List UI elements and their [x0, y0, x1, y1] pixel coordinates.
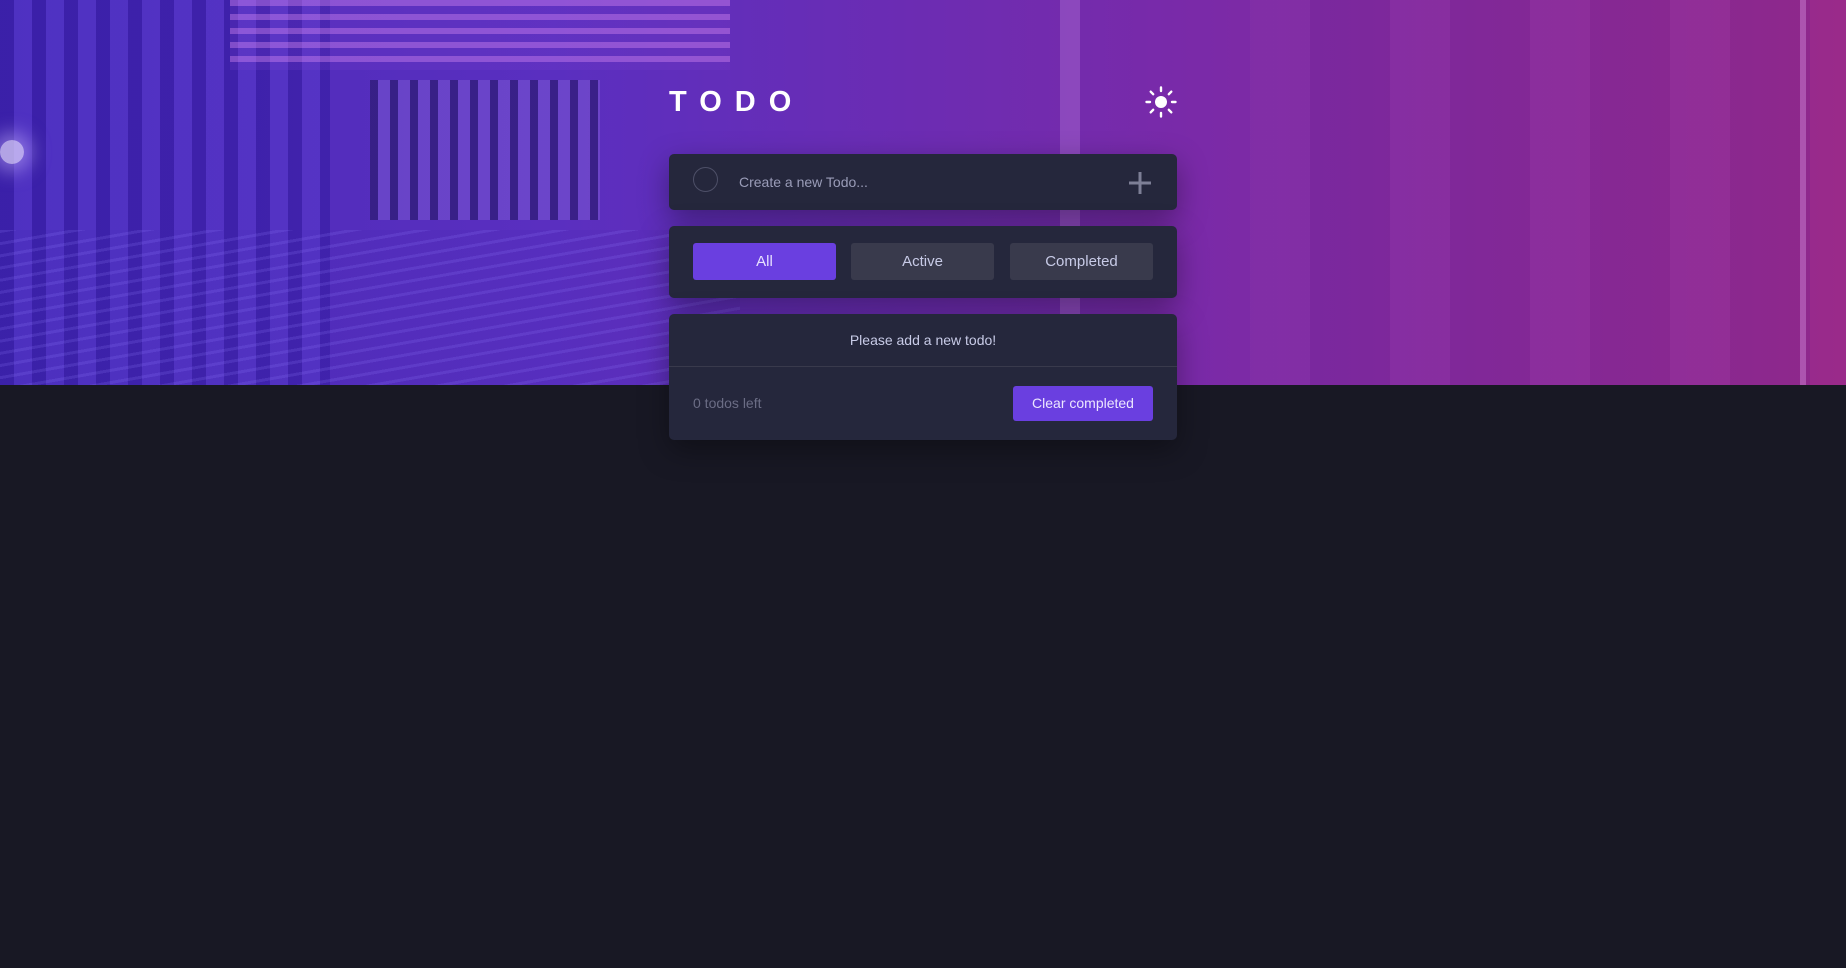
sun-icon[interactable]	[1145, 86, 1177, 118]
filter-all-button[interactable]: All	[693, 243, 836, 280]
plus-icon[interactable]	[1127, 170, 1153, 196]
filter-bar: All Active Completed	[669, 226, 1177, 298]
app-title: TODO	[669, 86, 805, 118]
app-header: TODO	[669, 82, 1177, 122]
empty-list-message: Please add a new todo!	[669, 314, 1177, 367]
filter-completed-button[interactable]: Completed	[1010, 243, 1153, 280]
items-left-count: 0 todos left	[693, 395, 762, 411]
clear-completed-button[interactable]: Clear completed	[1013, 386, 1153, 421]
filter-active-button[interactable]: Active	[851, 243, 994, 280]
new-todo-check-circle[interactable]	[693, 167, 718, 192]
todo-list: Please add a new todo! 0 todos left Clea…	[669, 314, 1177, 440]
new-todo-input[interactable]	[739, 164, 1099, 200]
new-todo-bar	[669, 154, 1177, 210]
